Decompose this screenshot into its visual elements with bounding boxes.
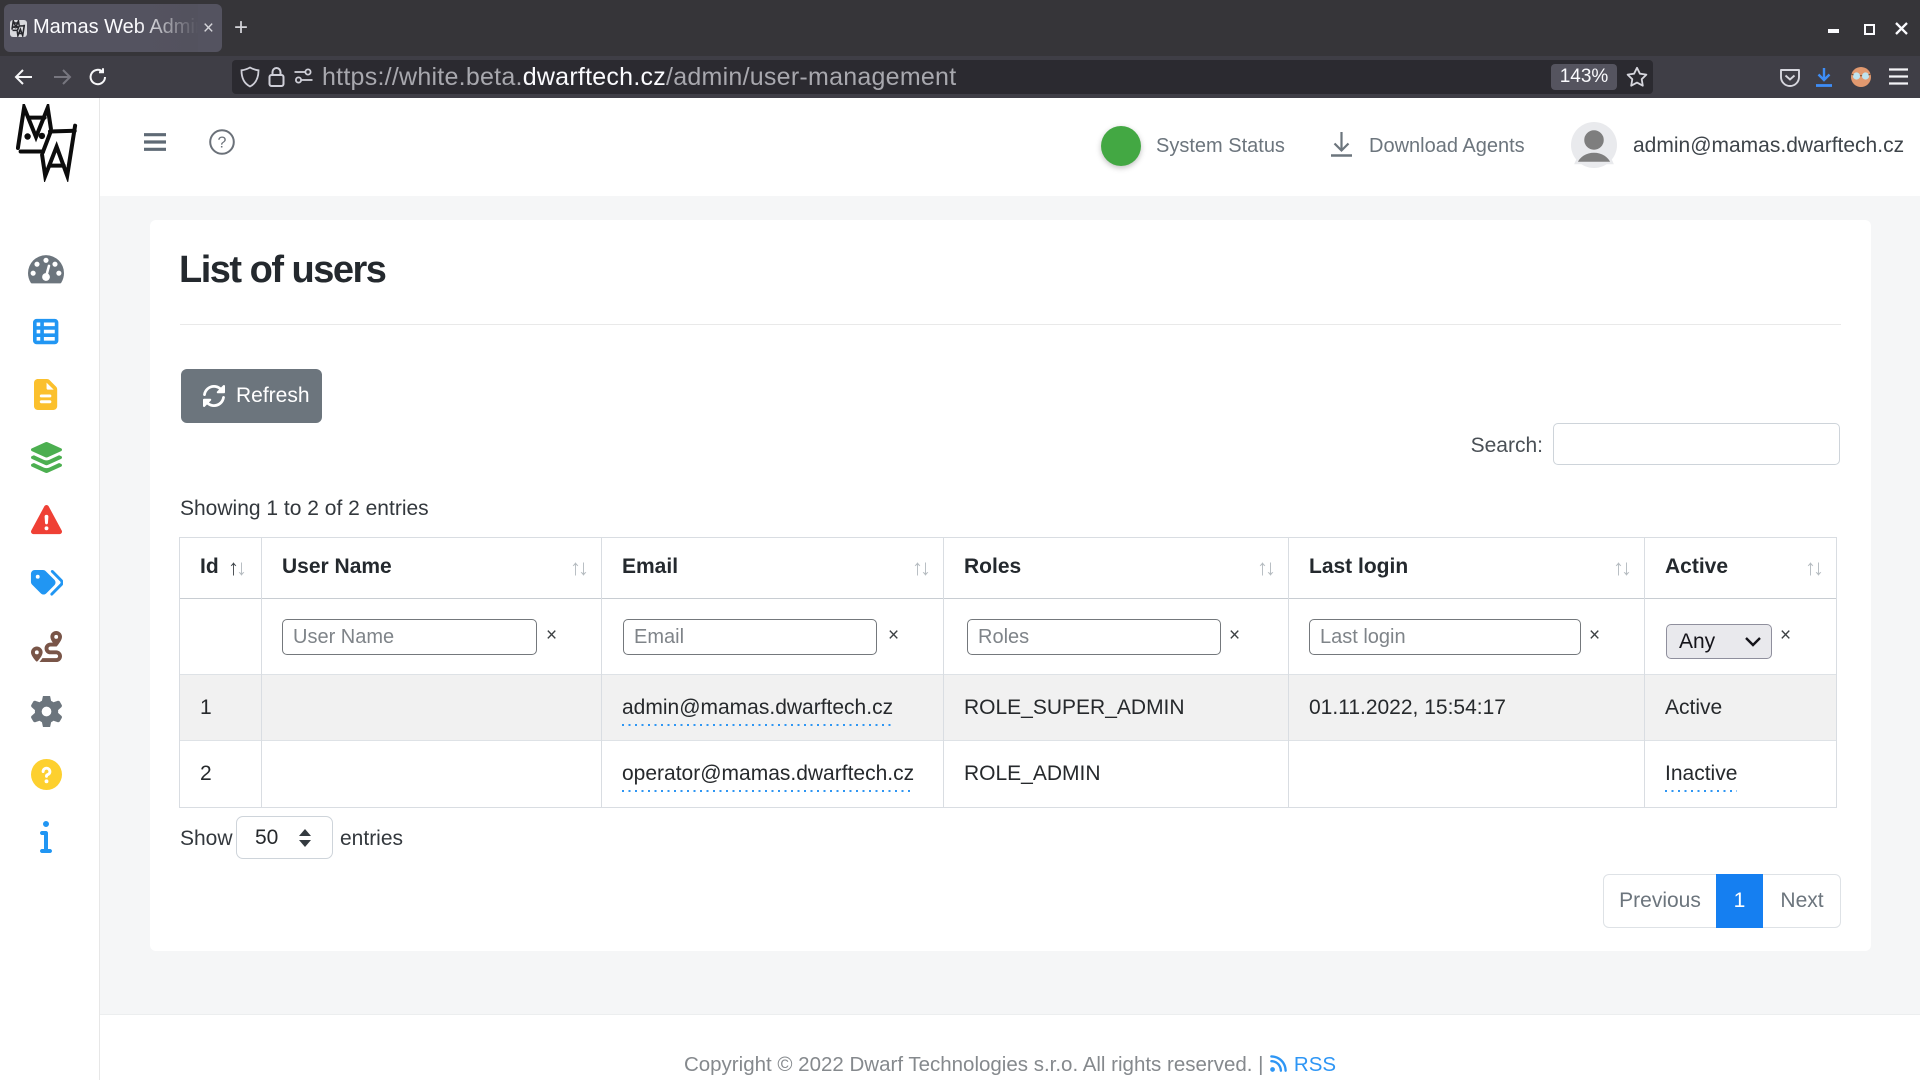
svg-text:?: ? [218, 135, 227, 152]
